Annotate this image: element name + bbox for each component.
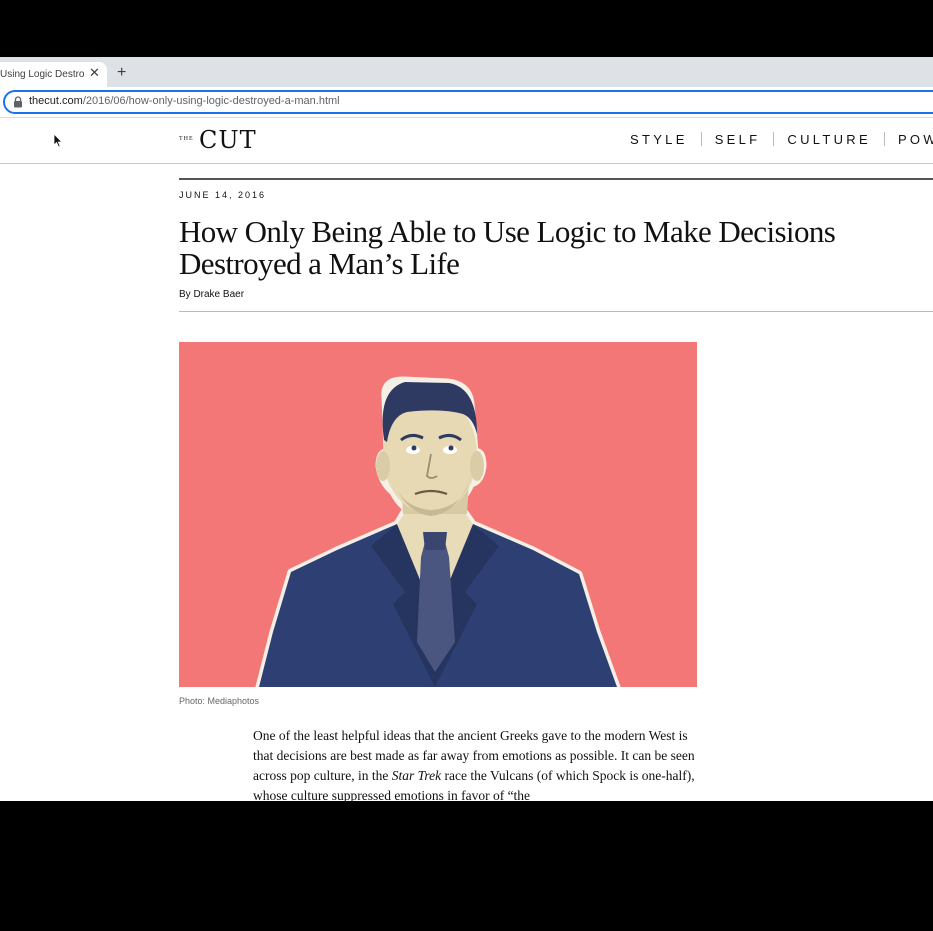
mouse-cursor-icon	[53, 133, 63, 148]
nav-divider	[883, 132, 885, 146]
nav-item-culture[interactable]: CULTURE	[787, 132, 871, 147]
browser-window: Using Logic Destroy ✕ + thecut.com/2016/…	[0, 57, 933, 801]
browser-tab[interactable]: Using Logic Destroy ✕	[0, 62, 107, 87]
article-header-rule	[179, 311, 933, 312]
photo-caption: Photo: Mediaphotos	[179, 696, 260, 706]
article-headline: How Only Being Able to Use Logic to Make…	[179, 214, 836, 281]
hero-image	[179, 342, 697, 687]
article-date: JUNE 14, 2016	[179, 190, 267, 200]
logo-cut-text: CUT	[199, 126, 257, 154]
url-path: /2016/06/how-only-using-logic-destroyed-…	[82, 95, 340, 107]
url-host: thecut.com	[29, 95, 83, 107]
nav-divider	[700, 132, 702, 146]
nav-divider	[773, 132, 775, 146]
new-tab-button[interactable]: +	[117, 65, 126, 81]
nav-item-power[interactable]: POW	[898, 132, 933, 147]
tab-title: Using Logic Destroy	[0, 69, 84, 80]
lock-icon	[14, 96, 22, 108]
tab-strip: Using Logic Destroy ✕ +	[0, 57, 933, 87]
url-text[interactable]: thecut.com/2016/06/how-only-using-logic-…	[29, 95, 340, 107]
body-text-italic: Star Trek	[391, 768, 442, 783]
browser-toolbar: thecut.com/2016/06/how-only-using-logic-…	[0, 87, 933, 118]
article-top-rule	[179, 178, 933, 180]
nav-item-self[interactable]: SELF	[715, 132, 761, 147]
logo-the-text: THE	[179, 136, 194, 142]
article-byline[interactable]: By Drake Baer	[179, 289, 244, 300]
article-body-paragraph: One of the least helpful ideas that the …	[253, 726, 703, 801]
section-nav: STYLE SELF CULTURE POW	[630, 132, 933, 147]
address-bar[interactable]: thecut.com/2016/06/how-only-using-logic-…	[3, 90, 933, 114]
site-header: THE CUT STYLE SELF CULTURE POW	[0, 118, 933, 164]
man-in-suit-illustration	[255, 376, 621, 687]
nav-item-style[interactable]: STYLE	[630, 132, 688, 147]
close-icon[interactable]: ✕	[89, 65, 100, 81]
